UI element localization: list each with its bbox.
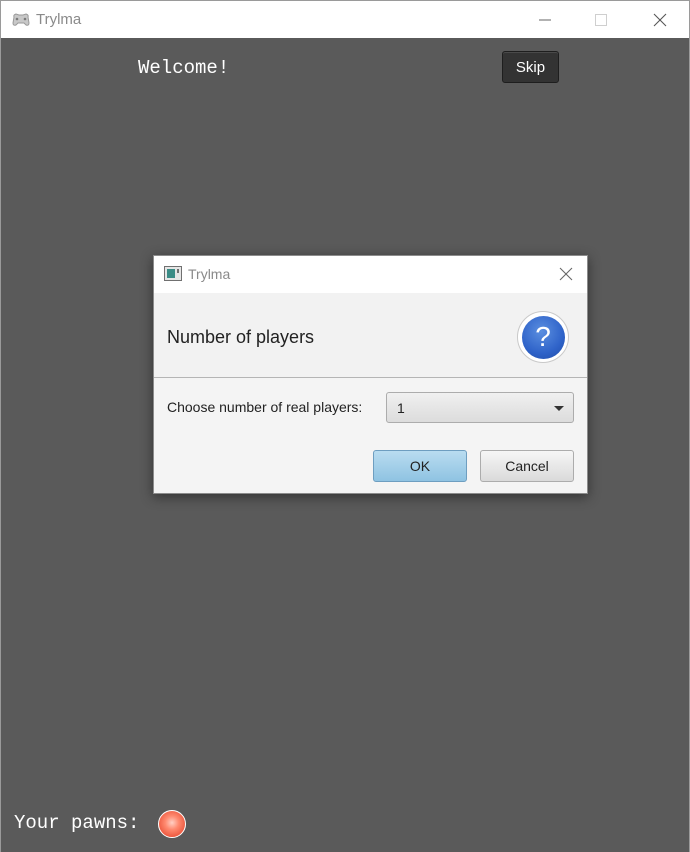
dialog-title: Trylma [188, 266, 231, 282]
window-title: Trylma [36, 11, 82, 28]
window-icon [164, 266, 182, 281]
welcome-text: Welcome! [138, 57, 230, 79]
number-of-players-dialog: Trylma Number of players ? Choose number… [153, 255, 588, 494]
cancel-button[interactable]: Cancel [480, 450, 574, 482]
game-controller-icon [12, 13, 30, 26]
maximize-button[interactable] [572, 1, 630, 39]
pawn-token [158, 810, 186, 838]
players-count-select[interactable]: 1 [386, 392, 574, 423]
close-icon [653, 13, 667, 27]
dialog-heading: Number of players [167, 327, 315, 347]
minimize-button[interactable] [516, 1, 574, 39]
ok-button[interactable]: OK [373, 450, 467, 482]
close-icon[interactable] [558, 266, 574, 282]
dialog-header: Number of players ? [154, 293, 587, 378]
minimize-icon [539, 19, 551, 21]
window-titlebar: Trylma [0, 0, 690, 38]
skip-button[interactable]: Skip [502, 51, 559, 83]
players-count-value: 1 [397, 400, 405, 416]
maximize-icon [595, 14, 607, 26]
question-icon: ? [517, 311, 569, 363]
chevron-down-icon [554, 406, 564, 411]
pawns-label: Your pawns: [14, 812, 140, 834]
players-prompt-label: Choose number of real players: [167, 399, 363, 415]
question-glyph: ? [521, 315, 565, 359]
dialog-titlebar: Trylma [154, 256, 587, 293]
close-window-button[interactable] [631, 1, 689, 39]
